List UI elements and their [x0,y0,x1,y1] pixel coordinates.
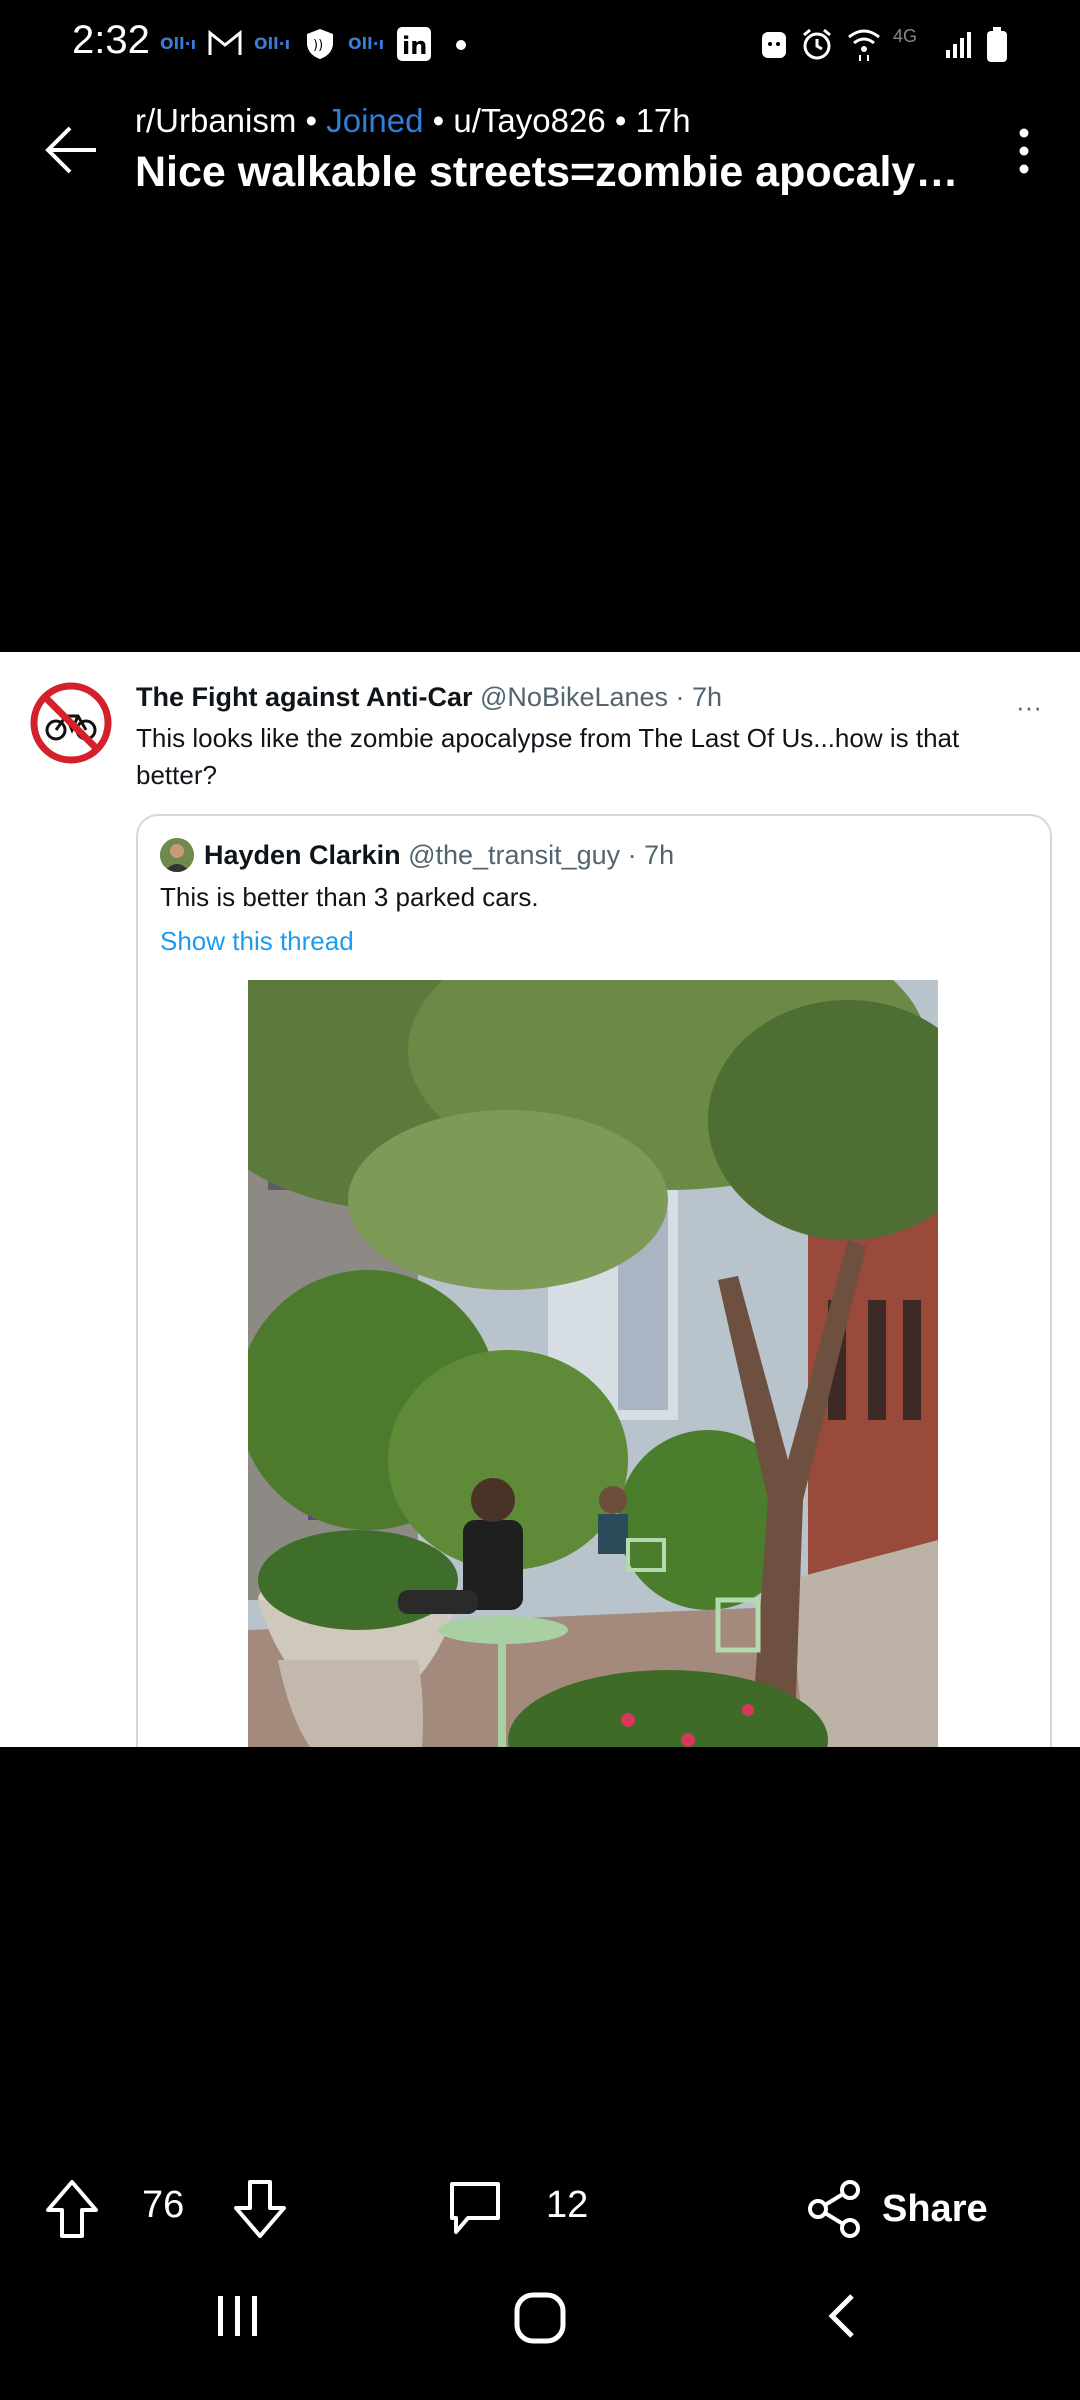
signal-icon [946,32,971,58]
tweet-author-name: The Fight against Anti-Car [136,682,473,712]
call-indicator-icon-3: Oll·ı [348,34,384,53]
alarm-icon [803,28,831,60]
post-image[interactable]: The Fight against Anti-Car @NoBikeLanes … [0,652,1080,1747]
tweet-time: · 7h [668,682,723,712]
quoted-author-line: Hayden Clarkin @the_transit_guy · 7h [204,840,674,871]
quoted-author-name: Hayden Clarkin [204,840,401,870]
svg-text:)): )) [313,38,323,53]
comment-bubble-icon [450,2182,500,2234]
author-link[interactable]: u/Tayo826 [453,102,605,139]
more-options-icon[interactable] [1004,126,1044,176]
call-indicator-icon: Oll·ı [160,34,196,53]
status-time: 2:32 [72,18,150,62]
upvote-arrow-icon [46,2180,98,2238]
status-bar: 2:32 Oll·ı Oll·ı )) Oll·ı in 4G [0,0,1080,90]
tweet-handle: @NoBikeLanes [480,682,669,712]
share-label: Share [882,2187,988,2230]
quoted-tweet: Hayden Clarkin @the_transit_guy · 7h Thi… [136,814,1052,1747]
call-indicator-icon-2: Oll·ı [254,34,290,53]
share-button[interactable]: Share [806,2178,988,2240]
wifi-icon [848,29,880,61]
comments-button[interactable] [446,2178,504,2240]
tweet-author-line: The Fight against Anti-Car @NoBikeLanes … [136,682,722,713]
no-bike-avatar-icon [30,682,112,764]
street-photo [248,980,938,1747]
quoted-text: This is better than 3 parked cars. [160,882,539,912]
svg-text:Oll·ı: Oll·ı [254,34,290,53]
face-widget-icon [762,32,786,58]
battery-icon [987,27,1007,62]
svg-text:Oll·ı: Oll·ı [160,34,196,53]
more-notifications-dot [456,40,466,50]
share-icon [808,2180,860,2238]
network-type-label: 4G [893,26,918,46]
quoted-time: · 7h [620,840,675,870]
post-meta-line: r/Urbanism • Joined • u/Tayo826 • 17h [135,102,691,139]
downvote-button[interactable] [232,2178,288,2240]
linkedin-icon: in [397,27,431,61]
quoted-handle: @the_transit_guy [408,840,621,870]
back-arrow-icon[interactable] [40,118,104,182]
home-icon[interactable] [512,2290,568,2346]
joined-status: Joined [326,102,424,139]
upvote-button[interactable] [44,2178,100,2240]
nav-back-icon[interactable] [818,2290,870,2342]
tweet-text: This looks like the zombie apocalypse fr… [136,723,960,790]
svg-text:in: in [402,32,427,60]
subreddit-link[interactable]: r/Urbanism [135,102,296,139]
shield-icon: )) [307,29,333,59]
recent-apps-icon[interactable] [212,2290,264,2342]
tweet-more-icon: ··· [1016,692,1042,722]
quoted-author-avatar [160,838,194,872]
post-title: Nice walkable streets=zombie apocalypse [135,148,965,196]
downvote-arrow-icon [234,2180,286,2238]
comment-count: 12 [546,2184,589,2226]
gmail-icon [208,29,242,55]
vote-count: 76 [142,2184,185,2226]
post-age: 17h [635,102,691,139]
svg-text:Oll·ı: Oll·ı [348,34,384,53]
show-thread-link: Show this thread [160,926,354,956]
